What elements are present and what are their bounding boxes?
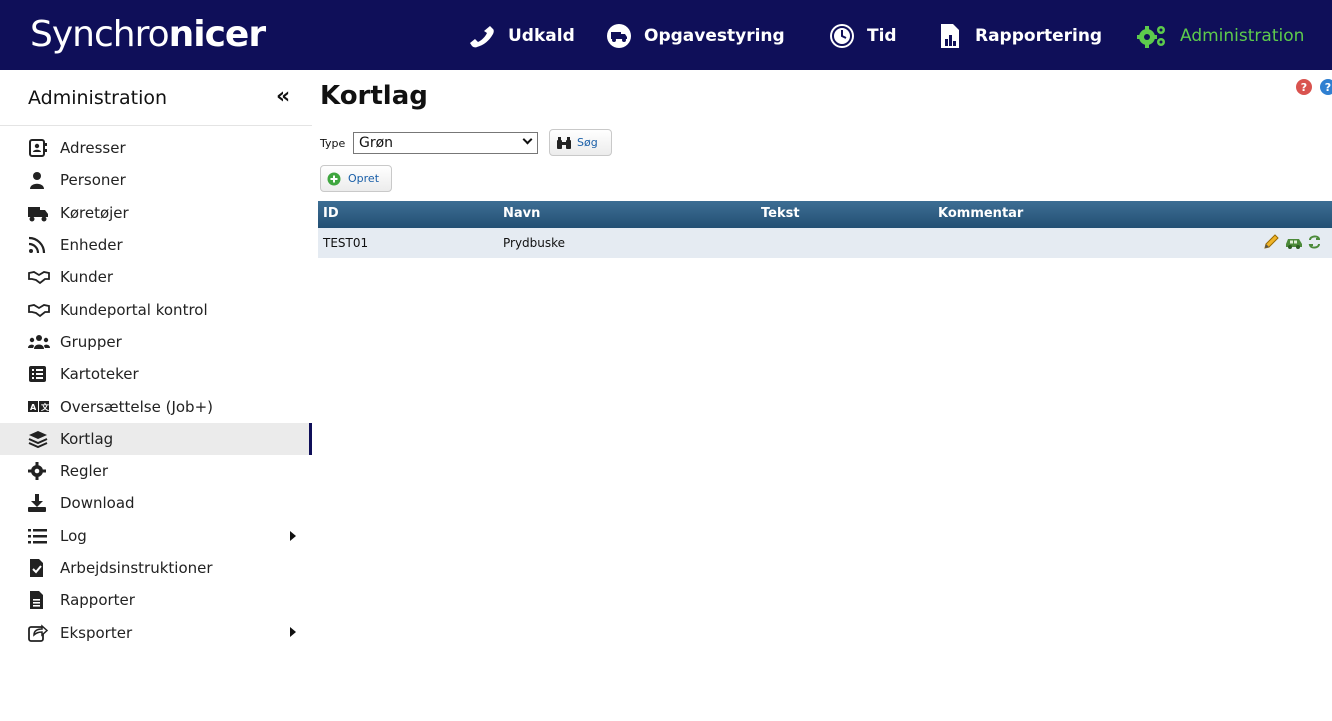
- nav-tid[interactable]: Tid: [829, 22, 897, 50]
- type-label: Type: [320, 137, 346, 150]
- help-blue-icon[interactable]: ?: [1320, 79, 1332, 95]
- sidebar-item-download[interactable]: Download: [0, 487, 312, 519]
- edit-pencil-icon[interactable]: [1262, 233, 1280, 251]
- svg-text:A: A: [30, 403, 37, 412]
- sidebar-item-arbejdsinstruktioner[interactable]: Arbejdsinstruktioner: [0, 552, 312, 584]
- sidebar-item-eksporter[interactable]: Eksporter: [0, 616, 312, 648]
- download-icon: [28, 494, 46, 513]
- file-check-icon: [30, 559, 43, 577]
- sidebar-menu: Adresser Personer Køretøjer Enheder Kund…: [0, 132, 312, 649]
- sidebar-item-personer[interactable]: Personer: [0, 164, 312, 196]
- sidebar-item-grupper[interactable]: Grupper: [0, 326, 312, 358]
- gears-icon: [1137, 26, 1165, 48]
- table-header: ID Navn Tekst Kommentar: [318, 201, 1332, 228]
- nav-udkald[interactable]: Udkald: [470, 22, 575, 50]
- create-button[interactable]: Opret: [320, 165, 392, 192]
- nav-opgavestyring[interactable]: Opgavestyring: [606, 22, 785, 50]
- column-header-kommentar[interactable]: Kommentar: [938, 206, 1023, 221]
- nav-administration[interactable]: Administration: [1136, 22, 1304, 50]
- address-book-icon: [29, 139, 47, 158]
- share-icon: [28, 623, 49, 642]
- top-bar: Synchronicer Udkald Opgavestyring Tid Ra…: [0, 0, 1332, 70]
- chevron-down-icon: [522, 134, 533, 145]
- help-red-icon[interactable]: ?: [1296, 79, 1312, 95]
- sidebar-collapse-button[interactable]: «: [276, 84, 290, 109]
- sidebar-item-kortlag[interactable]: Kortlag: [0, 422, 312, 455]
- sidebar-item-adresser[interactable]: Adresser: [0, 132, 312, 164]
- plus-circle-icon: [327, 172, 341, 185]
- search-button[interactable]: Søg: [549, 129, 612, 156]
- submenu-caret-icon: [290, 627, 296, 638]
- refresh-icon[interactable]: [1308, 233, 1320, 251]
- file-text-icon: [30, 591, 43, 610]
- sidebar-item-kunder[interactable]: Kunder: [0, 261, 312, 293]
- kortlag-table: ID Navn Tekst Kommentar TEST01 Prydbuske: [318, 201, 1332, 258]
- sidebar-item-enheder[interactable]: Enheder: [0, 229, 312, 261]
- handshake-icon: [28, 303, 50, 317]
- sidebar-item-regler[interactable]: Regler: [0, 455, 312, 487]
- submenu-caret-icon: [290, 530, 296, 541]
- report-chart-icon: [941, 24, 959, 48]
- cell-id: TEST01: [323, 236, 369, 250]
- truck-icon: [28, 206, 48, 222]
- phone-icon: [470, 26, 494, 48]
- app-logo[interactable]: Synchronicer: [30, 14, 266, 56]
- nav-rapportering[interactable]: Rapportering: [937, 22, 1102, 50]
- car-icon[interactable]: [1284, 233, 1304, 251]
- type-select[interactable]: Grøn: [353, 132, 538, 154]
- users-icon: [28, 334, 50, 349]
- cell-navn: Prydbuske: [503, 236, 566, 250]
- sidebar-item-koretojer[interactable]: Køretøjer: [0, 197, 312, 229]
- list-icon: [28, 528, 47, 544]
- sidebar: Administration « Adresser Personer Køret…: [0, 70, 312, 721]
- column-header-tekst[interactable]: Tekst: [761, 206, 800, 221]
- svg-text:文: 文: [41, 402, 50, 412]
- row-actions: [1262, 233, 1320, 251]
- page-title: Kortlag: [320, 81, 428, 111]
- sidebar-divider: [0, 125, 312, 126]
- list-table-icon: [29, 366, 46, 383]
- cog-icon: [28, 462, 46, 481]
- sidebar-item-kundeportal-kontrol[interactable]: Kundeportal kontrol: [0, 293, 312, 325]
- sidebar-item-rapporter[interactable]: Rapporter: [0, 584, 312, 616]
- person-icon: [30, 172, 44, 190]
- sidebar-item-kartoteker[interactable]: Kartoteker: [0, 358, 312, 390]
- clock-icon: [830, 24, 854, 48]
- sidebar-item-log[interactable]: Log: [0, 520, 312, 552]
- binoculars-icon: [557, 136, 571, 149]
- translate-icon: A文: [28, 400, 50, 412]
- truck-circle-icon: [607, 24, 631, 48]
- sidebar-title: Administration: [28, 87, 168, 109]
- help-icons: ? ?: [1296, 79, 1332, 95]
- column-header-navn[interactable]: Navn: [503, 206, 540, 221]
- sidebar-item-oversaettelse[interactable]: A文 Oversættelse (Job+): [0, 390, 312, 422]
- column-header-id[interactable]: ID: [323, 206, 339, 221]
- table-row[interactable]: TEST01 Prydbuske: [318, 228, 1332, 258]
- layers-icon: [28, 430, 48, 448]
- handshake-icon: [28, 271, 50, 285]
- rss-icon: [28, 236, 46, 254]
